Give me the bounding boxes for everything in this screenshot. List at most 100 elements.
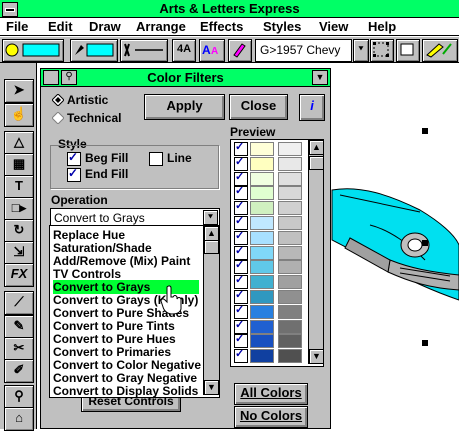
preview-original-swatch	[250, 156, 274, 171]
symbol-dropdown-arrow-icon[interactable]: ⯆	[353, 39, 369, 62]
preview-filtered-swatch	[278, 201, 302, 216]
dialog-dropdown-icon[interactable]: ▼	[312, 70, 328, 85]
preview-filtered-swatch	[278, 245, 302, 260]
preview-filtered-swatch	[278, 230, 302, 245]
preview-original-swatch	[250, 304, 274, 319]
menu-arrange[interactable]: Arrange	[136, 19, 186, 34]
apply-button[interactable]: Apply	[144, 94, 225, 120]
artistic-label: Artistic	[67, 93, 109, 107]
operation-item[interactable]: Convert to Color Negative	[53, 358, 201, 372]
symbol-name-field[interactable]: G>1957 Chevy	[255, 39, 352, 62]
preview-filtered-swatch	[278, 260, 302, 275]
preview-original-swatch	[250, 230, 274, 245]
operation-item[interactable]: Convert to Primaries	[53, 345, 171, 359]
list-scroll-up-icon[interactable]: ▲	[204, 226, 219, 241]
brush-icon[interactable]	[422, 39, 458, 62]
preview-list: ▲ ▼	[230, 139, 324, 367]
selection-handle[interactable]	[422, 128, 428, 134]
scroll-up-icon[interactable]: ▲	[309, 140, 323, 155]
line-style-button[interactable]	[120, 39, 168, 62]
preview-original-swatch	[250, 275, 274, 290]
operation-item[interactable]: Convert to Gray Negative	[53, 371, 197, 385]
pen-tool-icon[interactable]	[228, 39, 252, 62]
shape-tool-icon[interactable]: △	[4, 131, 34, 155]
scroll-down-icon[interactable]: ▼	[309, 349, 323, 364]
effects-tool-icon[interactable]: ⇲	[4, 241, 34, 265]
preview-filtered-swatch	[278, 290, 302, 304]
selection-handle[interactable]	[422, 340, 428, 346]
operation-item[interactable]: Saturation/Shade	[53, 241, 152, 255]
operation-item[interactable]: Convert to Display Solids	[53, 384, 198, 397]
technical-radio[interactable]	[52, 112, 64, 124]
line-fill-button[interactable]	[70, 39, 118, 62]
rotate-tool-icon[interactable]: ↻	[4, 219, 34, 243]
toolbar: 4A AA G>1957 Chevy ⯆	[0, 37, 459, 63]
zoom-tool-icon[interactable]: ⚲	[4, 385, 34, 409]
chart-tool-icon[interactable]: ▦	[4, 153, 34, 177]
app-title-bar: Arts & Letters Express	[0, 0, 459, 18]
text-color-icon[interactable]: AA	[199, 39, 225, 62]
svg-text:A: A	[202, 43, 211, 57]
preview-original-swatch	[250, 142, 274, 156]
operation-dropdown-icon[interactable]: ⯆	[203, 210, 218, 225]
hand-tool-icon[interactable]: ☝	[4, 103, 34, 127]
text-tool-icon[interactable]: T	[4, 175, 34, 199]
line-label: Line	[167, 151, 192, 165]
menu-effects[interactable]: Effects	[200, 19, 243, 34]
dialog-title: Color Filters	[147, 70, 224, 85]
car-drawing[interactable]	[330, 150, 459, 350]
no-colors-button[interactable]: No Colors	[234, 406, 308, 428]
info-icon[interactable]: i	[299, 94, 325, 121]
scissors-tool-icon[interactable]: ✂	[4, 337, 34, 361]
close-button[interactable]: Close	[229, 94, 288, 120]
list-scroll-thumb[interactable]	[204, 240, 219, 254]
operation-item[interactable]: Convert to Pure Tints	[53, 319, 175, 333]
svg-text:A: A	[211, 46, 218, 57]
selection-handle[interactable]	[422, 240, 428, 246]
line-checkbox[interactable]	[149, 152, 163, 166]
operation-item[interactable]: Replace Hue	[53, 228, 125, 242]
pencil-tool-icon[interactable]: ✎	[4, 315, 34, 339]
tool-palette: ➤ ☝ △ ▦ T □▸ ↻ ⇲ FX ⟋ ✎ ✂ ✐ ⚲ ⌂	[0, 63, 37, 431]
preview-row-checkbox[interactable]	[234, 347, 248, 364]
line-tool-icon[interactable]: ⟋	[4, 291, 34, 315]
preview-filtered-swatch	[278, 319, 302, 334]
menu-view[interactable]: View	[319, 19, 348, 34]
operation-list[interactable]: Replace Hue Saturation/Shade Add/Remove (M…	[49, 225, 220, 398]
line-style-icon	[124, 43, 163, 57]
preview-filtered-swatch	[278, 275, 302, 290]
frame-icon[interactable]	[396, 39, 420, 62]
menu-help[interactable]: Help	[368, 19, 396, 34]
end-fill-checkbox[interactable]	[67, 166, 81, 182]
knife-tool-icon[interactable]: ✐	[4, 359, 34, 383]
fx-tool-icon[interactable]: FX	[4, 263, 34, 287]
end-fill-label: End Fill	[85, 167, 129, 181]
all-colors-button[interactable]: All Colors	[234, 383, 308, 405]
menu-file[interactable]: File	[6, 19, 28, 34]
fill-color-button[interactable]	[2, 39, 64, 62]
font-size-icon[interactable]: 4A	[172, 39, 196, 62]
symbol-name-text: G>1957 Chevy	[260, 43, 341, 57]
hand-cursor-icon	[160, 285, 182, 315]
operation-list-scrollbar[interactable]: ▲ ▼	[203, 226, 219, 395]
operation-item[interactable]: TV Controls	[53, 267, 121, 281]
menu-draw[interactable]: Draw	[89, 19, 121, 34]
preview-filtered-swatch	[278, 186, 302, 201]
menu-edit[interactable]: Edit	[48, 19, 73, 34]
connector-tool-icon[interactable]: □▸	[4, 197, 34, 221]
preview-original-swatch	[250, 216, 274, 230]
preview-original-swatch	[250, 201, 274, 216]
operation-item[interactable]: Add/Remove (Mix) Paint	[53, 254, 190, 268]
scroll-thumb[interactable]	[309, 156, 323, 170]
menu-styles[interactable]: Styles	[263, 19, 301, 34]
artistic-radio[interactable]	[52, 94, 64, 106]
arrow-tool-icon[interactable]: ➤	[4, 79, 34, 103]
app-title: Arts & Letters Express	[159, 1, 300, 16]
warp-tool-icon[interactable]: ⌂	[4, 407, 34, 431]
select-handles-icon[interactable]	[370, 39, 394, 62]
dialog-title-bar: ⚲ Color Filters ▼	[41, 69, 330, 87]
list-scroll-down-icon[interactable]: ▼	[204, 380, 219, 395]
operation-item[interactable]: Convert to Pure Hues	[53, 332, 176, 346]
preview-scrollbar[interactable]: ▲ ▼	[308, 140, 323, 364]
beg-fill-checkbox[interactable]	[67, 150, 81, 166]
